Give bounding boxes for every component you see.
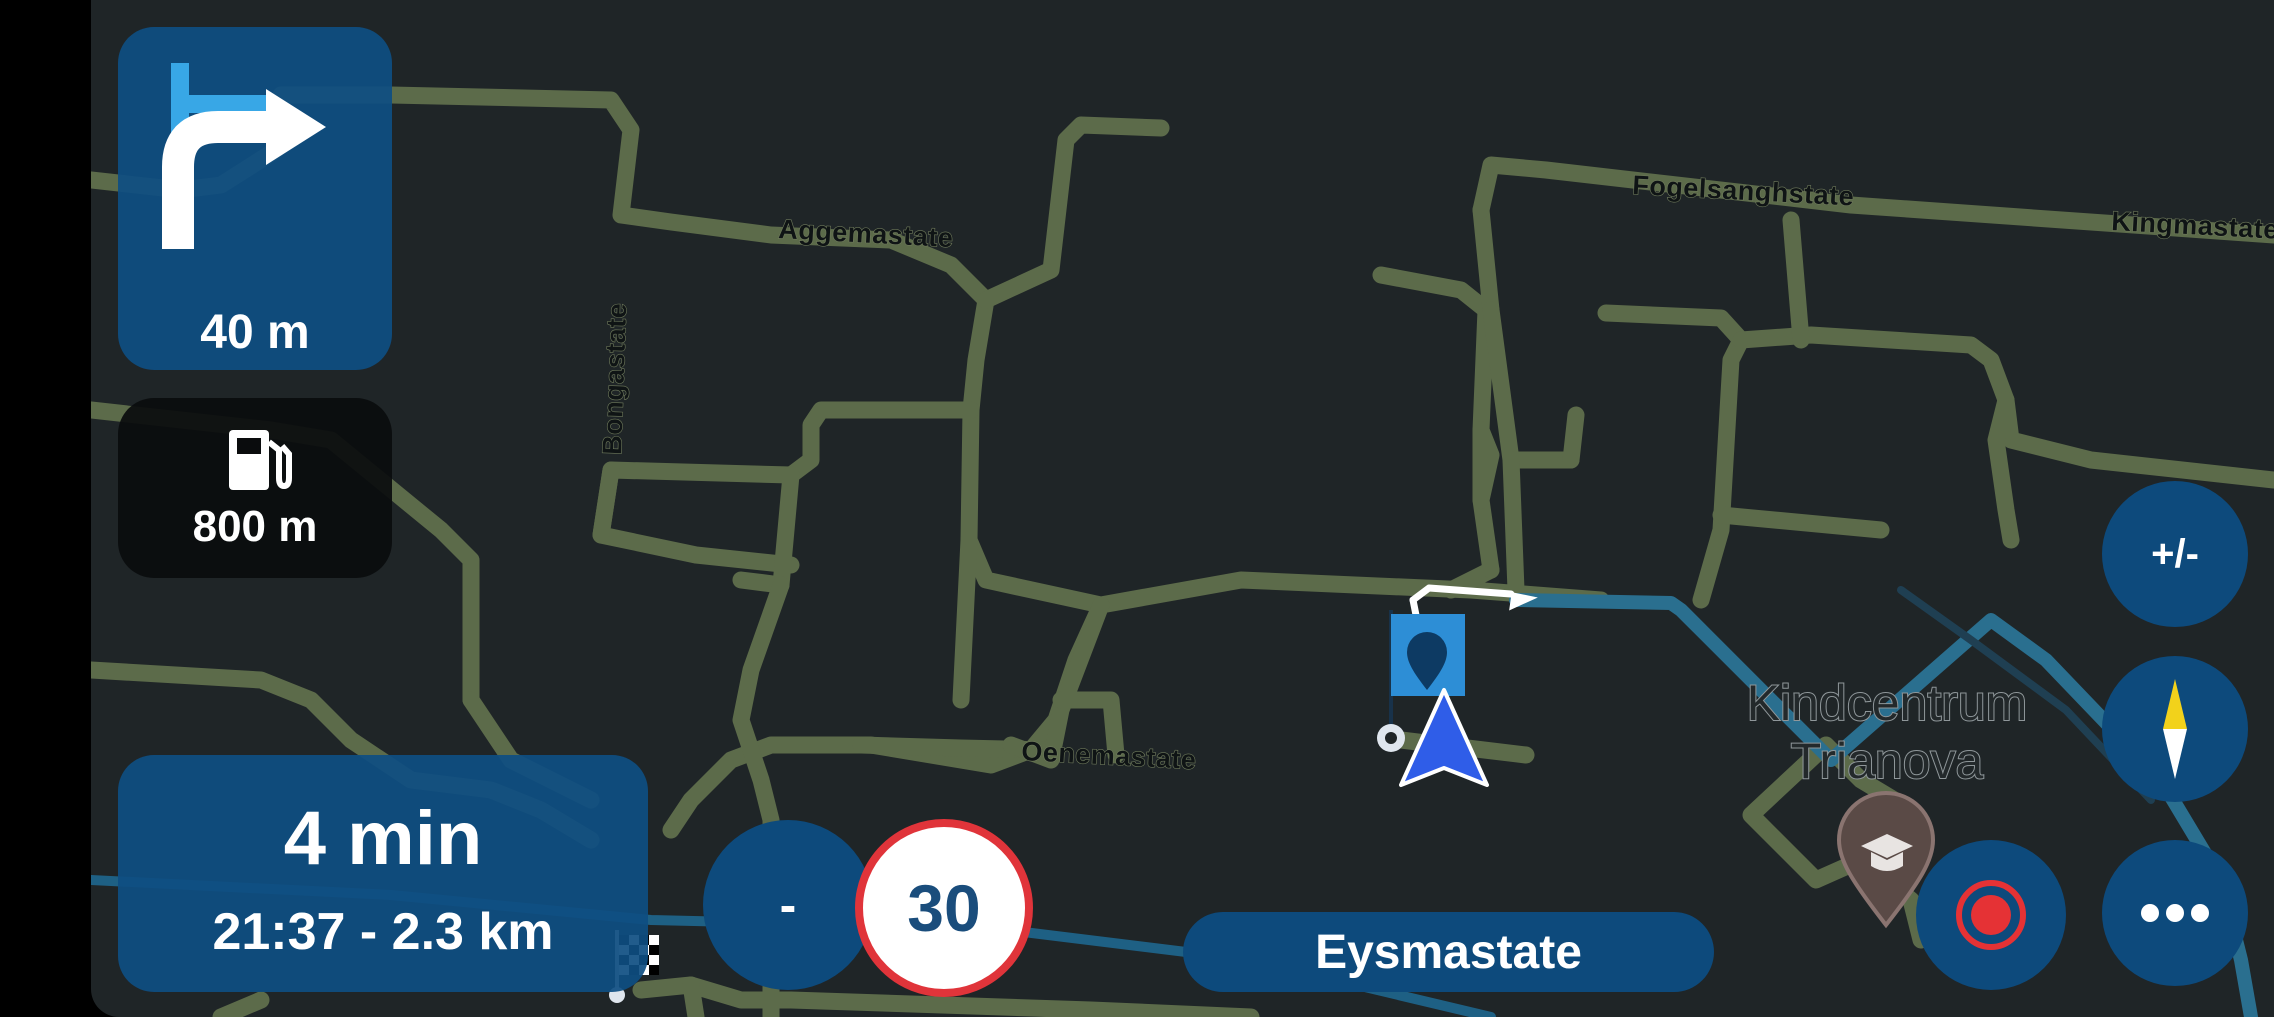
map-screen[interactable]: Aggemastate Bongastate Fogelsanghstate K… [91,0,2274,1017]
more-options-button[interactable] [2102,840,2248,986]
eta-arrival-distance: 21:37 - 2.3 km [212,903,554,961]
zoom-out-button[interactable]: - [703,820,873,990]
street-label-aggemastate: Aggemastate [778,214,954,253]
next-turn-panel[interactable]: 40 m [118,27,392,370]
street-label-bongastate: Bongastate [597,302,632,455]
compass-icon [2163,679,2187,779]
turn-right-icon [162,63,326,249]
compass-button[interactable] [2102,656,2248,802]
record-button[interactable] [1916,840,2066,990]
record-icon [1956,880,2026,950]
eta-duration: 4 min [283,796,483,881]
eta-panel[interactable]: 4 min 21:37 - 2.3 km [118,755,648,992]
street-label-oenemastate: Oenemastate [1021,736,1197,775]
current-street-label: Eysmastate [1183,912,1714,992]
poi-name-line2: Trianova [1791,733,1984,789]
poi-name-line1: Kindcentrum [1747,675,2028,731]
zoom-controls-button[interactable]: +/- [2102,481,2248,627]
street-label-kingmastate: Kingmastate [2111,206,2274,245]
fuel-distance: 800 m [192,502,318,551]
speed-limit-sign: 30 [855,819,1033,997]
more-dots-icon [2141,904,2209,922]
fuel-station-panel[interactable]: 800 m [118,398,392,578]
street-label-fogelsanghstate: Fogelsanghstate [1632,170,1855,212]
turn-distance: 40 m [200,306,310,359]
